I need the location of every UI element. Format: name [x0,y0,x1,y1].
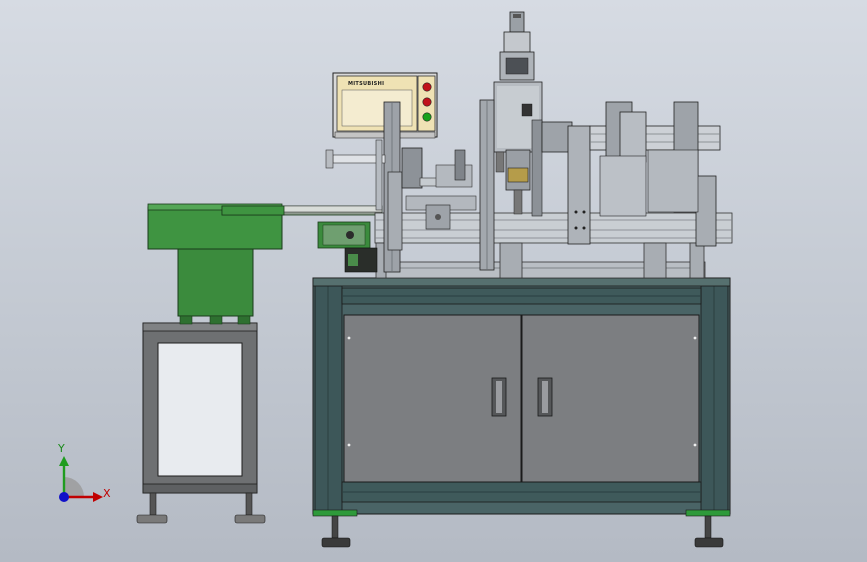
cad-viewport[interactable] [0,0,867,562]
hmi-brand-text: MITSUBISHI [348,81,385,87]
triad-x-label: X [103,487,111,500]
start-button-icon[interactable] [422,112,432,122]
main-cabinet [312,277,731,548]
coordinate-triad-icon [59,456,103,502]
triad-y-label: Y [58,442,65,455]
feeder-stand [136,322,266,524]
warning-light-icon [422,97,432,107]
stop-button-icon[interactable] [422,82,432,92]
control-module [317,221,378,273]
